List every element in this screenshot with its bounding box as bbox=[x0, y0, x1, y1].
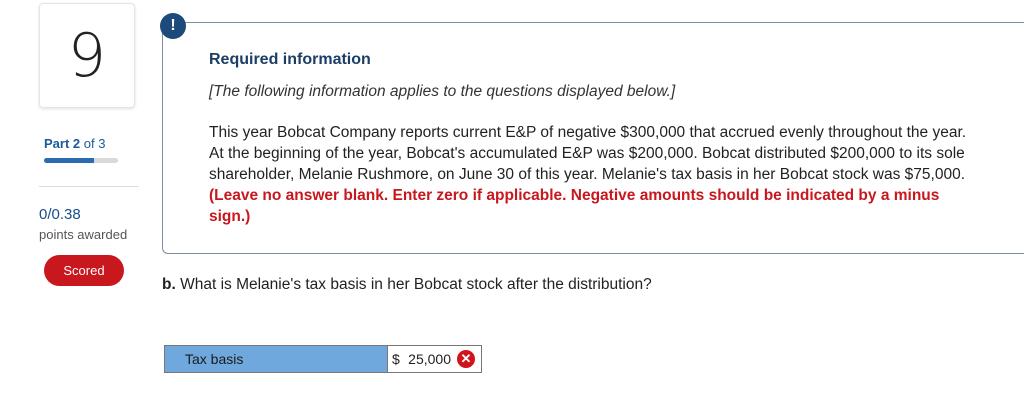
points-label: points awarded bbox=[39, 227, 128, 242]
part-label: Part bbox=[44, 136, 70, 151]
question-text: What is Melanie's tax basis in her Bobca… bbox=[180, 276, 652, 293]
answer-table: Tax basis $ 25,000 ✕ bbox=[164, 345, 482, 373]
required-info-note: [The following information applies to th… bbox=[209, 83, 676, 100]
scored-badge: Scored bbox=[44, 255, 124, 286]
part-progress-bar bbox=[44, 158, 118, 163]
sidebar-divider bbox=[39, 186, 139, 187]
part-progress-fill bbox=[44, 158, 94, 163]
instruction-text: (Leave no answer blank. Enter zero if ap… bbox=[209, 187, 940, 225]
answer-label: Tax basis bbox=[165, 346, 388, 372]
required-info-body: This year Bobcat Company reports current… bbox=[209, 122, 969, 227]
question-prefix: b. bbox=[162, 276, 176, 293]
points-value: 0/0.38 bbox=[39, 206, 81, 223]
part-current: 2 bbox=[72, 136, 81, 151]
required-info-title: Required information bbox=[209, 51, 371, 68]
question-number: 9 bbox=[39, 3, 135, 108]
part-indicator: Part 2 of 3 bbox=[44, 136, 105, 151]
answer-value[interactable]: 25,000 bbox=[408, 351, 451, 367]
question-b: b. What is Melanie's tax basis in her Bo… bbox=[162, 276, 652, 294]
scenario-text: This year Bobcat Company reports current… bbox=[209, 124, 967, 183]
part-total: of 3 bbox=[83, 136, 106, 151]
currency-symbol: $ bbox=[392, 351, 400, 367]
x-circle-icon: ✕ bbox=[457, 350, 475, 368]
alert-icon: ! bbox=[160, 13, 186, 39]
answer-input[interactable]: $ 25,000 ✕ bbox=[388, 346, 481, 372]
